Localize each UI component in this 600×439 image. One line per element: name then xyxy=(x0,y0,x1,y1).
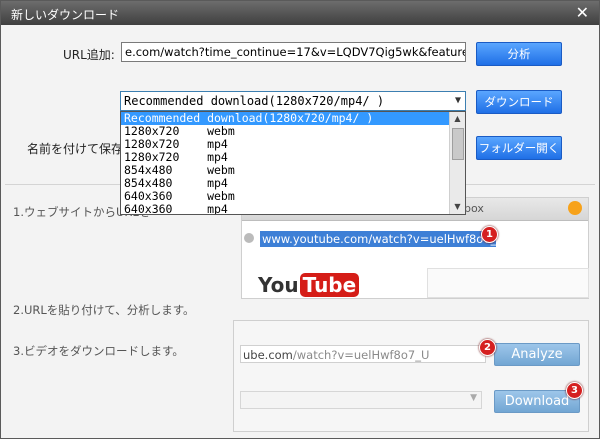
analyze-button[interactable]: 分析 xyxy=(476,42,562,66)
chevron-down-icon: ▼ xyxy=(470,393,477,403)
step-marker-3: 3 xyxy=(566,382,583,399)
download-button[interactable]: ダウンロード xyxy=(476,90,562,114)
step-3-text: 3.ビデオをダウンロードします。 xyxy=(13,344,184,358)
window-title: 新しいダウンロード xyxy=(11,8,120,22)
scroll-down-icon[interactable]: ▼ xyxy=(450,200,465,214)
app-illustration: ube.com/watch?v=uelHwf8o7_U Analyze ▼ Do… xyxy=(233,320,589,432)
app-url-field: ube.com/watch?v=uelHwf8o7_U xyxy=(240,345,486,363)
firefox-icon xyxy=(568,201,582,215)
browser-tab-text: box xyxy=(464,202,484,215)
browser-content-box xyxy=(427,268,589,298)
save-as-label: 名前を付けて保存 xyxy=(27,142,124,156)
browser-address-bar: www.youtube.com/watch?v=uelHwf8o7_U xyxy=(242,228,588,250)
youtube-logo-tube: Tube xyxy=(299,273,360,297)
new-download-window: 新しいダウンロード ✕ URL追加: e.com/watch?time_cont… xyxy=(0,0,600,439)
format-select[interactable]: Recommended download(1280x720/mp4/ ) ▼ xyxy=(120,91,466,111)
chevron-down-icon[interactable]: ▼ xyxy=(455,92,461,110)
youtube-logo-you: You xyxy=(258,273,299,297)
step-2-text: 2.URLを貼り付けて、分析します。 xyxy=(13,303,195,317)
format-selected-value: Recommended download(1280x720/mp4/ ) xyxy=(124,94,385,108)
step-marker-2: 2 xyxy=(479,339,496,356)
illustration-format-combo: ▼ xyxy=(240,391,482,409)
globe-icon xyxy=(244,233,254,243)
scroll-up-icon[interactable]: ▲ xyxy=(450,112,465,126)
close-icon[interactable]: ✕ xyxy=(576,3,589,22)
step-marker-1: 1 xyxy=(481,226,498,243)
title-bar: 新しいダウンロード ✕ xyxy=(1,1,599,25)
format-dropdown-list[interactable]: Recommended download(1280x720/mp4/ ) 1280… xyxy=(120,111,466,215)
open-folder-button[interactable]: フォルダー開く xyxy=(476,136,562,160)
dropdown-scrollbar[interactable]: ▲ ▼ xyxy=(449,112,465,214)
youtube-logo: You Tube xyxy=(258,273,360,297)
app-url-path: /watch?v=uelHwf8o7_U xyxy=(292,348,430,362)
browser-url: www.youtube.com/watch?v=uelHwf8o7_U xyxy=(260,231,496,247)
url-input[interactable]: e.com/watch?time_continue=17&v=LQDV7Qig5… xyxy=(121,42,466,62)
scroll-thumb[interactable] xyxy=(452,128,464,160)
format-option[interactable]: 640x360 mp4 xyxy=(121,203,465,215)
illustration-analyze-button: Analyze xyxy=(494,343,580,366)
app-url-domain: ube.com xyxy=(243,348,293,362)
url-label: URL追加: xyxy=(63,48,115,62)
